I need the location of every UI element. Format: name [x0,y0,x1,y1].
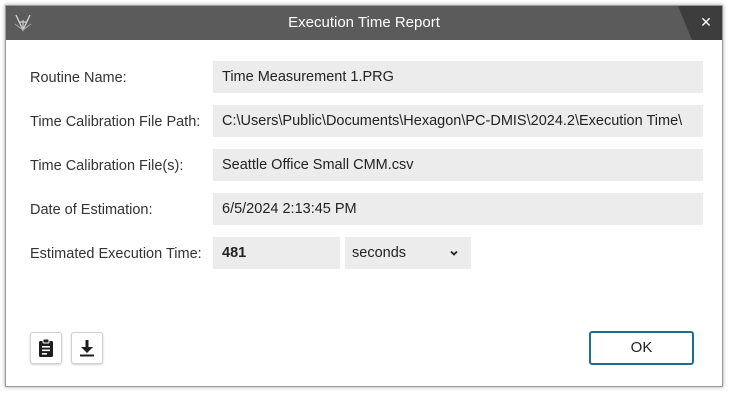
execution-time-label: Estimated Execution Time: [30,246,202,262]
execution-time-value-field[interactable]: 481 [213,237,340,269]
copy-to-clipboard-button[interactable] [30,332,62,364]
routine-name-field[interactable]: Time Measurement 1.PRG [213,61,703,93]
calibration-files-label: Time Calibration File(s): [30,158,184,174]
close-icon[interactable]: ✕ [696,12,716,32]
chevron-down-icon [450,250,458,256]
clipboard-icon [39,338,53,357]
execution-time-report-dialog: Execution Time Report ✕ Routine Name: Ti… [5,5,723,387]
calibration-path-field[interactable]: C:\Users\Public\Documents\Hexagon\PC-DMI… [213,105,703,137]
time-unit-select[interactable]: seconds [345,237,471,269]
download-icon [80,340,94,357]
routine-name-label: Routine Name: [30,70,127,86]
estimation-date-label: Date of Estimation: [30,202,153,218]
estimation-date-field[interactable]: 6/5/2024 2:13:45 PM [213,193,703,225]
save-report-button[interactable] [71,332,103,364]
calibration-path-label: Time Calibration File Path: [30,114,201,130]
title-bar: Execution Time Report ✕ [6,6,722,40]
dialog-title: Execution Time Report [288,14,440,31]
time-unit-selected: seconds [352,245,407,261]
ok-button[interactable]: OK [589,331,694,365]
calibration-files-field[interactable]: Seattle Office Small CMM.csv [213,149,703,181]
